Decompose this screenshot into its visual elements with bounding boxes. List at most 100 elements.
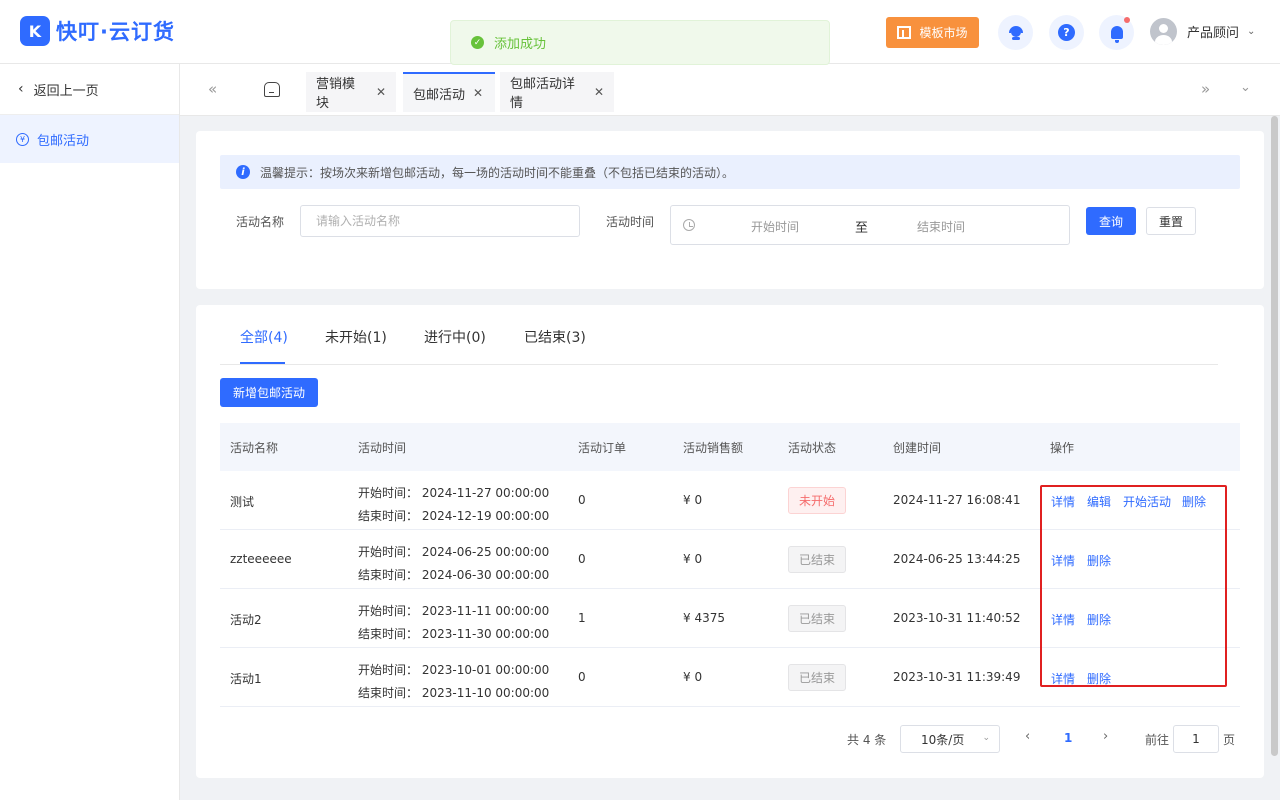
check-circle-icon: ✓ [471,36,484,49]
pagination-total: 共 4 条 [847,733,887,747]
status-badge: 已结束 [788,664,846,691]
user-name: 产品顾问 [1187,26,1240,41]
delete-link[interactable]: 删除 [1087,611,1111,628]
close-icon[interactable]: ✕ [594,85,604,99]
tab-in-progress[interactable]: 进行中(0) [424,327,486,347]
activity-list-panel: 全部(4) 未开始(1) 进行中(0) 已结束(3) 新增包邮活动 活动名称 活… [196,305,1264,778]
active-tab-indicator [240,362,285,364]
tab-label: 包邮活动详情 [510,77,576,111]
notification-button[interactable] [1099,15,1134,50]
reset-button[interactable]: 重置 [1146,207,1196,235]
chevron-down-icon: ⌄ [1247,26,1256,37]
delete-link[interactable]: 删除 [1087,552,1111,569]
status-tabs: 全部(4) 未开始(1) 进行中(0) 已结束(3) [220,305,1218,365]
end-time-placeholder[interactable]: 结束时间 [917,218,965,235]
clock-icon [683,219,695,231]
activity-orders: 0 [578,670,586,684]
goto-page-input[interactable] [1173,725,1219,753]
notice-text: 温馨提示：按场次来新增包邮活动，每一场的活动时间不能重叠（不包括已结束的活动）。 [260,165,735,180]
user-menu[interactable]: 产品顾问 ⌄ [1150,18,1255,45]
close-icon[interactable]: ✕ [473,86,483,100]
back-label: 返回上一页 [33,83,99,99]
activity-table: 活动名称 活动时间 活动订单 活动销售额 活动状态 创建时间 操作 测试 开始时… [220,423,1240,707]
activity-name: 活动2 [230,613,262,627]
activity-sales: ¥ 0 [683,552,703,566]
activity-time-label: 活动时间 [606,215,655,229]
activity-time: 开始时间： 2023-11-11 00:00:00 结束时间： 2023-11-… [358,600,549,646]
detail-link[interactable]: 详情 [1051,493,1075,510]
help-button[interactable]: ? [1049,15,1084,50]
created-time: 2023-10-31 11:40:52 [893,611,1021,625]
add-free-shipping-button[interactable]: 新增包邮活动 [220,378,318,407]
table-row: 测试 开始时间： 2024-11-27 00:00:00 结束时间： 2024-… [220,471,1240,530]
activity-name-input[interactable] [300,205,580,237]
start-prefix: 开始时间： [358,545,419,559]
column-header: 创建时间 [893,441,942,455]
page-size-select[interactable]: 10条/页 ⌄ [900,725,1000,753]
column-header: 操作 [1050,441,1075,455]
chevron-left-icon: ‹ [18,81,24,97]
tab-label: 包邮活动 [413,87,466,103]
page-size-value: 10条/页 [921,732,965,747]
end-time: 2024-06-30 00:00:00 [421,568,550,582]
query-button[interactable]: 查询 [1086,207,1136,235]
created-time: 2024-11-27 16:08:41 [893,493,1021,507]
page-suffix: 页 [1223,733,1236,747]
activity-orders: 0 [578,493,586,507]
customer-service-button[interactable] [998,15,1033,50]
goto-label: 前往 [1145,733,1170,747]
start-activity-link[interactable]: 开始活动 [1123,493,1171,510]
success-toast: ✓ 添加成功 [450,20,830,65]
end-time: 2023-11-10 00:00:00 [421,686,550,700]
end-time: 2024-12-19 00:00:00 [421,509,550,523]
date-range-picker[interactable]: 开始时间 至 结束时间 [670,205,1070,245]
column-header: 活动订单 [578,441,627,455]
avatar [1150,18,1177,45]
delete-link[interactable]: 删除 [1087,670,1111,687]
close-icon[interactable]: ✕ [376,85,386,99]
tab-free-shipping-detail[interactable]: 包邮活动详情 ✕ [500,72,614,112]
prev-page-icon[interactable]: ‹ [1025,729,1030,744]
detail-link[interactable]: 详情 [1051,552,1075,569]
start-time: 2023-11-11 00:00:00 [421,604,550,618]
detail-link[interactable]: 详情 [1051,611,1075,628]
template-icon [897,26,912,39]
sidebar-item-free-shipping[interactable]: ¥ 包邮活动 [0,115,179,163]
back-button[interactable]: ‹ 返回上一页 [0,64,179,115]
table-row: 活动2 开始时间： 2023-11-11 00:00:00 结束时间： 2023… [220,589,1240,648]
template-market-button[interactable]: 模板市场 [886,17,979,48]
double-chevron-left-icon[interactable]: « [208,80,217,98]
tab-not-started[interactable]: 未开始(1) [325,327,387,347]
start-time-placeholder[interactable]: 开始时间 [751,218,799,235]
tab-marketing[interactable]: 营销模块 ✕ [306,72,396,112]
activity-time: 开始时间： 2023-10-01 00:00:00 结束时间： 2023-11-… [358,659,549,705]
tab-all[interactable]: 全部(4) [240,327,288,347]
scrollbar[interactable] [1271,116,1278,756]
delete-link[interactable]: 删除 [1182,493,1206,510]
tab-ended[interactable]: 已结束(3) [524,327,586,347]
activity-sales: ¥ 0 [683,493,703,507]
next-page-icon[interactable]: › [1103,729,1108,744]
app-logo[interactable]: K 快叮·云订货 [20,16,175,46]
chevron-down-icon[interactable]: ⌄ [1240,80,1251,95]
start-prefix: 开始时间： [358,663,419,677]
tab-bar: « 营销模块 ✕ 包邮活动 ✕ 包邮活动详情 ✕ » ⌄ [180,64,1280,116]
activity-orders: 0 [578,552,586,566]
activity-time: 开始时间： 2024-11-27 00:00:00 结束时间： 2024-12-… [358,482,549,528]
double-chevron-right-icon[interactable]: » [1201,80,1210,98]
home-icon[interactable] [264,82,280,97]
activity-sales: ¥ 0 [683,670,703,684]
edit-link[interactable]: 编辑 [1087,493,1111,510]
sidebar-item-label: 包邮活动 [37,133,90,149]
end-prefix: 结束时间： [358,509,419,523]
tab-free-shipping[interactable]: 包邮活动 ✕ [403,72,495,112]
detail-link[interactable]: 详情 [1051,670,1075,687]
column-header: 活动状态 [788,441,837,455]
logo-text: 快叮·云订货 [56,20,175,44]
activity-orders: 1 [578,611,586,625]
page-number-current[interactable]: 1 [1064,731,1072,745]
start-prefix: 开始时间： [358,604,419,618]
yen-circle-icon: ¥ [16,132,29,146]
filter-panel: i 温馨提示：按场次来新增包邮活动，每一场的活动时间不能重叠（不包括已结束的活动… [196,131,1264,289]
template-market-label: 模板市场 [919,26,968,40]
